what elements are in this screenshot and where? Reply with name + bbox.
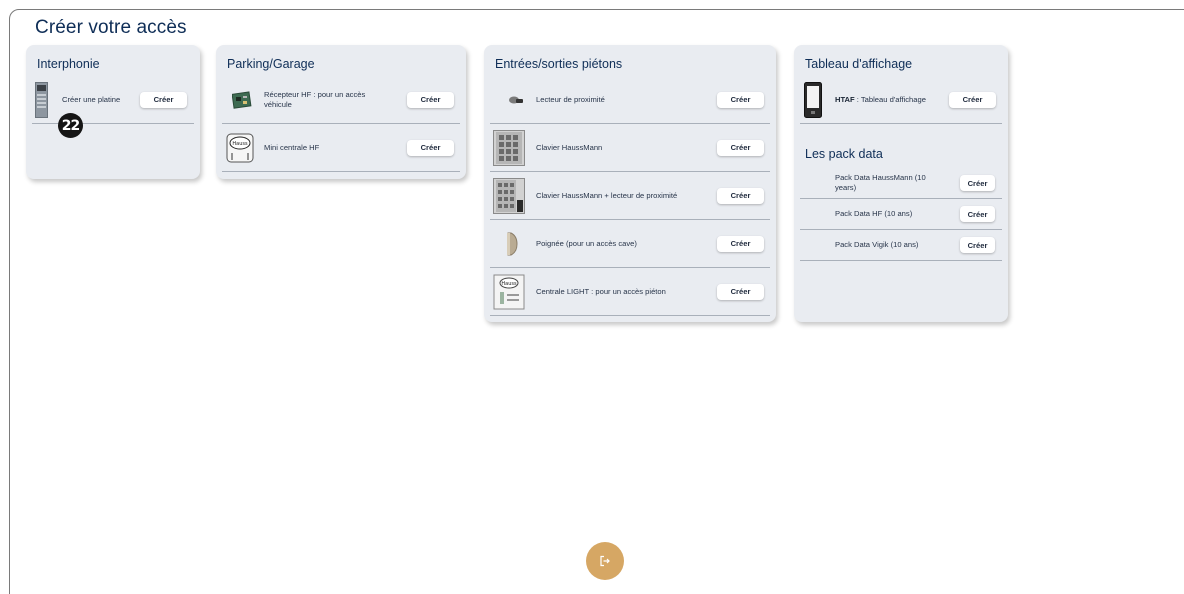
logout-icon	[599, 555, 611, 567]
handle-icon	[506, 232, 518, 256]
row-label: Lecteur de proximité	[536, 94, 605, 104]
central-light-icon: Hauss	[493, 274, 525, 310]
htaf-desc: : Tableau d'affichage	[854, 94, 926, 104]
create-proximity-reader-button[interactable]: Créer	[717, 91, 764, 108]
row-label: Créer une platine	[62, 94, 121, 104]
create-platine-button[interactable]: Créer	[140, 91, 187, 108]
pack-item: Pack Data HF (10 ans) Créer	[800, 199, 1002, 230]
list-item: Récepteur HF : pour un accès véhicule Cr…	[222, 76, 460, 124]
display-board-icon	[804, 81, 822, 118]
pack-label: Pack Data HF (10 ans)	[835, 208, 913, 218]
create-hf-receiver-button[interactable]: Créer	[407, 91, 454, 108]
create-keypad-button[interactable]: Créer	[717, 139, 764, 156]
keypad-icon	[493, 129, 525, 166]
htaf-label: HTAF	[835, 94, 855, 104]
card-interphonie: Interphonie Créer une platine Créer	[26, 45, 200, 179]
logout-button[interactable]	[586, 542, 624, 580]
row-label: Poignée (pour un accès cave)	[536, 238, 637, 248]
card-affichage: Tableau d'affichage HTAF : Tableau d'aff…	[794, 45, 1008, 322]
intercom-panel-icon	[35, 81, 48, 118]
row-label: Clavier HaussMann + lecteur de proximité	[536, 190, 678, 200]
list-item: Hauss Mini centrale HF Créer	[222, 124, 460, 172]
keypad-reader-icon	[493, 177, 525, 214]
create-pack-vigik-button[interactable]: Créer	[960, 237, 995, 253]
mini-central-icon: Hauss	[226, 133, 254, 163]
card-title-interphonie: Interphonie	[37, 57, 100, 71]
svg-text:Hauss: Hauss	[501, 281, 517, 287]
row-label: HTAF : Tableau d'affichage	[835, 94, 926, 104]
create-handle-button[interactable]: Créer	[717, 235, 764, 252]
hf-receiver-icon	[232, 90, 252, 109]
pack-item: Pack Data HaussMann (10 years) Créer	[800, 168, 1002, 199]
svg-text:Hauss: Hauss	[232, 141, 248, 147]
list-item: Clavier HaussMann + lecteur de proximité…	[490, 172, 770, 220]
pack-label: Pack Data Vigik (10 ans)	[835, 239, 919, 249]
pack-label: Pack Data HaussMann (10 years)	[835, 172, 926, 192]
list-item: Lecteur de proximité Créer	[490, 76, 770, 124]
card-title-pietons: Entrées/sorties piétons	[495, 57, 623, 71]
proximity-reader-icon	[508, 95, 524, 105]
step-badge: 22	[58, 113, 83, 138]
row-label: Récepteur HF : pour un accès véhicule	[264, 89, 366, 109]
row-label: Mini centrale HF	[264, 142, 320, 152]
list-item: HTAF : Tableau d'affichage Créer	[800, 76, 1002, 124]
card-pietons: Entrées/sorties piétons Lecteur de proxi…	[484, 45, 776, 322]
page-title: Créer votre accès	[35, 17, 187, 38]
list-item: Clavier HaussMann Créer	[490, 124, 770, 172]
create-keypad-reader-button[interactable]: Créer	[717, 187, 764, 204]
list-item: Poignée (pour un accès cave) Créer	[490, 220, 770, 268]
card-parking: Parking/Garage Récepteur HF : pour un ac…	[216, 45, 466, 179]
list-item: Hauss Centrale LIGHT : pour un accès pié…	[490, 268, 770, 316]
create-mini-central-button[interactable]: Créer	[407, 139, 454, 156]
create-pack-hf-button[interactable]: Créer	[960, 206, 995, 222]
card-title-parking: Parking/Garage	[227, 57, 315, 71]
create-pack-haussmann-button[interactable]: Créer	[960, 175, 995, 191]
card-title-affichage: Tableau d'affichage	[805, 57, 913, 71]
create-htaf-button[interactable]: Créer	[949, 91, 996, 108]
create-central-light-button[interactable]: Créer	[717, 283, 764, 300]
row-label: Centrale LIGHT : pour un accès piéton	[536, 286, 666, 296]
row-label: Clavier HaussMann	[536, 142, 603, 152]
pack-data-title: Les pack data	[805, 147, 883, 161]
list-item: Créer une platine Créer	[32, 76, 194, 124]
pack-item: Pack Data Vigik (10 ans) Créer	[800, 230, 1002, 261]
